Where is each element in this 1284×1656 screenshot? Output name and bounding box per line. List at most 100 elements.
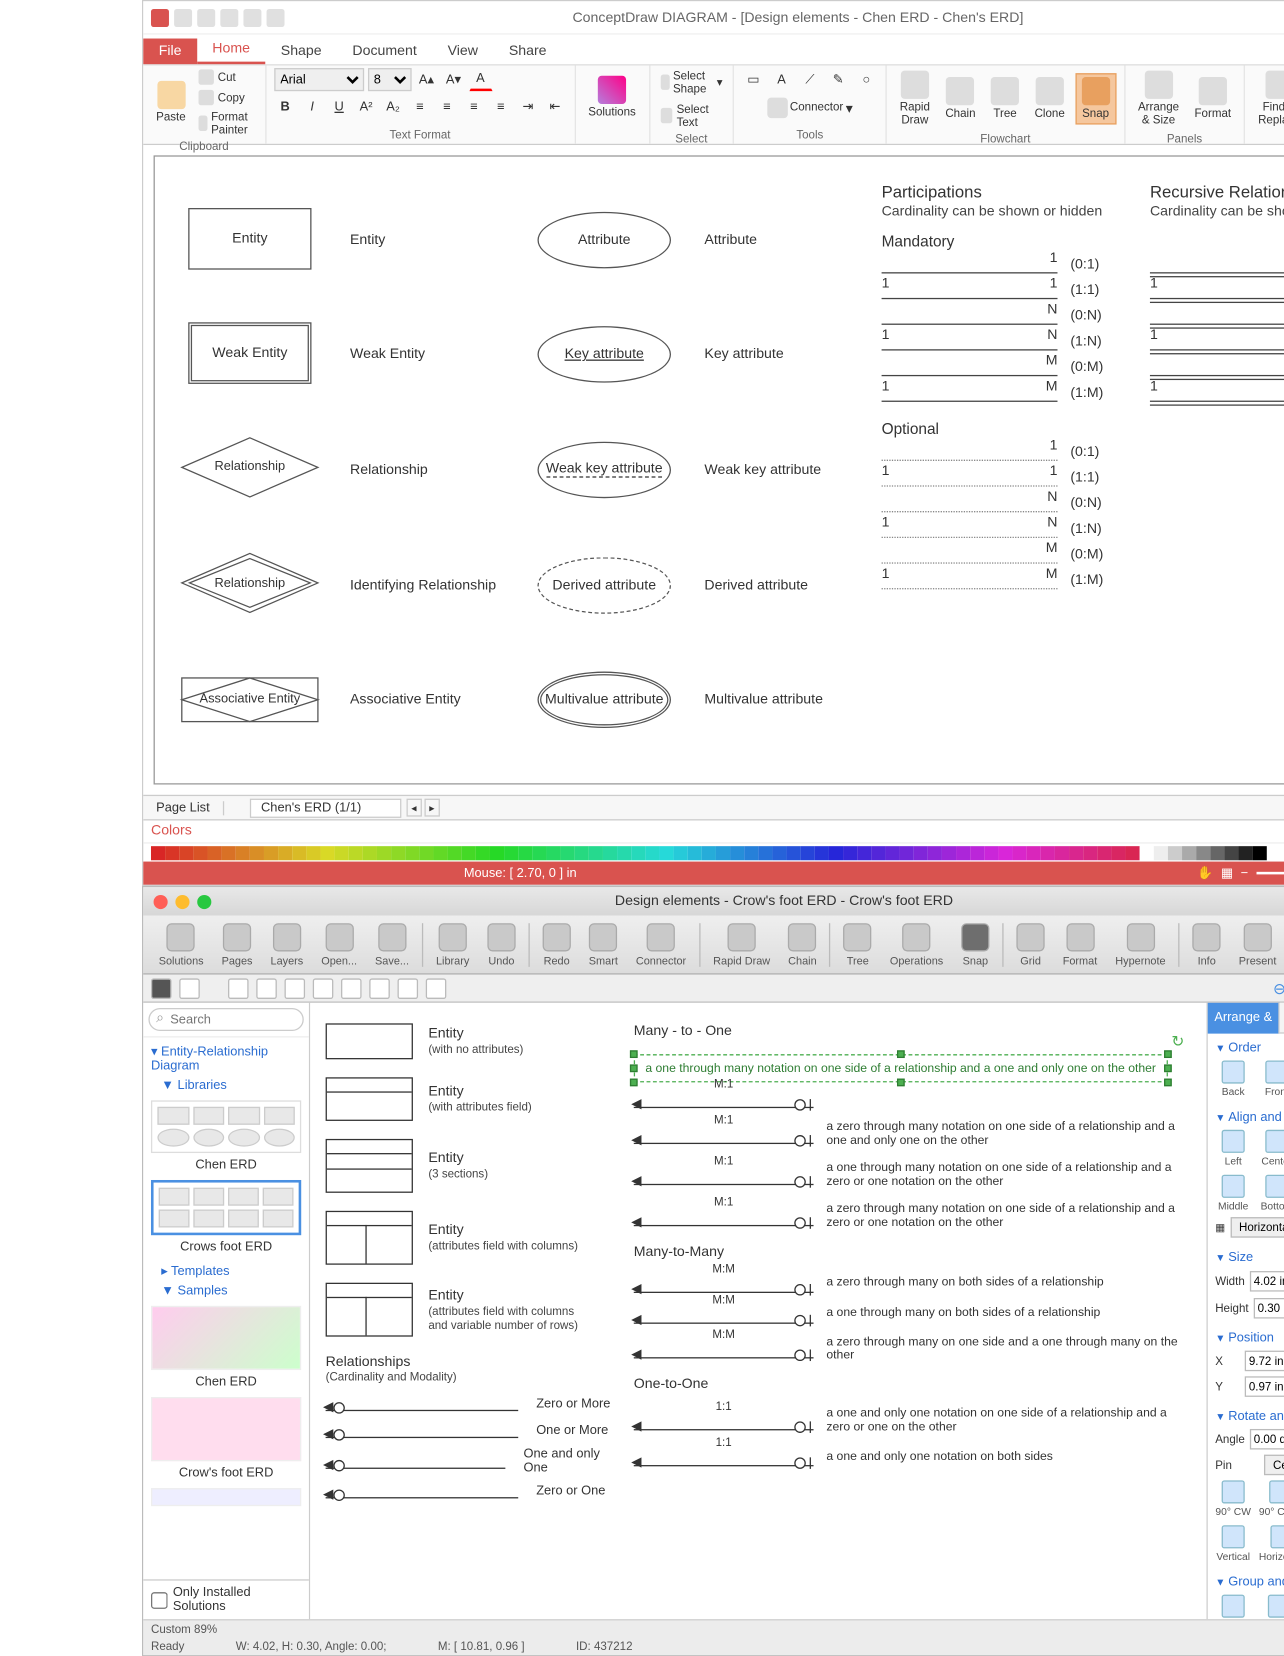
- search-input[interactable]: [148, 1008, 303, 1031]
- color-swatch[interactable]: [433, 846, 447, 860]
- tool-pen-icon[interactable]: ✎: [827, 68, 850, 91]
- color-swatch[interactable]: [222, 846, 236, 860]
- page-list-label[interactable]: Page List: [143, 801, 224, 815]
- canvas[interactable]: Entity Weak Entity Relationship Relation…: [154, 155, 1284, 784]
- color-swatch[interactable]: [674, 846, 688, 860]
- color-swatch[interactable]: [928, 846, 942, 860]
- color-swatch[interactable]: [843, 846, 857, 860]
- color-swatch[interactable]: [1126, 846, 1140, 860]
- toolbar-redo-button[interactable]: Redo: [535, 920, 579, 969]
- color-swatch[interactable]: [363, 846, 377, 860]
- tool-line-icon[interactable]: ⟋: [798, 68, 821, 91]
- entity-shape-row[interactable]: Entity(attributes field with columns and…: [326, 1283, 621, 1337]
- toolbar-info-button[interactable]: Info: [1185, 920, 1229, 969]
- shape-multivalue-attribute[interactable]: Multivalue attribute: [537, 672, 671, 728]
- color-swatch[interactable]: [448, 846, 462, 860]
- color-swatch[interactable]: [349, 846, 363, 860]
- color-swatch[interactable]: [377, 846, 391, 860]
- tree-erd[interactable]: ▾ Entity-Relationship Diagram: [151, 1043, 301, 1076]
- color-swatch[interactable]: [1154, 846, 1168, 860]
- flip-vertical-button[interactable]: Vertical: [1215, 1525, 1251, 1562]
- toolbar-hypernote-button[interactable]: Hypernote: [1108, 920, 1174, 969]
- color-swatch[interactable]: [603, 846, 617, 860]
- tab-home[interactable]: Home: [197, 36, 265, 64]
- inspector-tab-format[interactable]: Format: [1280, 1003, 1284, 1034]
- color-swatch[interactable]: [335, 846, 349, 860]
- front-button[interactable]: Front: [1259, 1061, 1284, 1098]
- sample-crow-thumb[interactable]: [151, 1397, 301, 1461]
- color-swatch[interactable]: [490, 846, 504, 860]
- rel-row[interactable]: 1:1 a one and only one notation on both …: [634, 1449, 1191, 1467]
- font-color-button[interactable]: A: [469, 68, 492, 91]
- cardinality-row[interactable]: M (0:M): [882, 358, 1127, 376]
- entity-shape-row[interactable]: Entity(3 sections): [326, 1139, 621, 1193]
- tab-document[interactable]: Document: [337, 39, 432, 65]
- tree-libraries[interactable]: ▼ Libraries: [151, 1076, 301, 1095]
- shape-weak-entity[interactable]: Weak Entity: [188, 322, 311, 384]
- color-swatch[interactable]: [1210, 846, 1224, 860]
- cardinality-row[interactable]: 11 (1:1): [1150, 281, 1284, 299]
- color-swatch[interactable]: [1182, 846, 1196, 860]
- color-swatch[interactable]: [250, 846, 264, 860]
- color-swatch[interactable]: [815, 846, 829, 860]
- shape-key-attribute[interactable]: Key attribute: [537, 327, 671, 383]
- color-swatch[interactable]: [1224, 846, 1238, 860]
- toolbar-save--button[interactable]: Save...: [367, 920, 416, 969]
- align-center-button[interactable]: ≡: [435, 95, 458, 118]
- rel-row[interactable]: M:1 a zero through many notation on one …: [634, 1203, 1191, 1231]
- copy-button[interactable]: Copy: [196, 89, 257, 107]
- color-swatch[interactable]: [702, 846, 716, 860]
- snap-button[interactable]: Snap: [1075, 73, 1116, 124]
- shape-identifying-relationship[interactable]: Relationship: [179, 551, 320, 615]
- tree-samples[interactable]: ▼ Samples: [151, 1281, 301, 1300]
- page-prev-button[interactable]: ◂: [406, 799, 421, 817]
- color-swatch[interactable]: [631, 846, 645, 860]
- color-swatch[interactable]: [659, 846, 673, 860]
- font-size-select[interactable]: 8: [367, 68, 411, 91]
- color-swatch[interactable]: [179, 846, 193, 860]
- color-swatch[interactable]: [1055, 846, 1069, 860]
- color-swatch[interactable]: [758, 846, 772, 860]
- line-tool-icon[interactable]: [285, 978, 306, 999]
- shape-derived-attribute[interactable]: Derived attribute: [537, 557, 671, 613]
- qat-print-icon[interactable]: [243, 8, 261, 26]
- color-swatch[interactable]: [801, 846, 815, 860]
- cardinality-row[interactable]: M (0:M): [882, 546, 1127, 564]
- toolbar-present-button[interactable]: Present: [1231, 920, 1284, 969]
- ellipse-tool-icon[interactable]: [398, 978, 419, 999]
- distribute-horizontal-select[interactable]: Horizontal: [1230, 1217, 1284, 1238]
- color-swatch[interactable]: [518, 846, 532, 860]
- shape-entity[interactable]: Entity: [188, 208, 311, 270]
- pen-tool-icon[interactable]: [341, 978, 362, 999]
- width-input[interactable]: [1250, 1271, 1284, 1292]
- color-swatch[interactable]: [970, 846, 984, 860]
- solutions-button[interactable]: Solutions: [583, 73, 641, 122]
- toolbar-open--button[interactable]: Open...: [314, 920, 365, 969]
- color-swatch[interactable]: [787, 846, 801, 860]
- toolbar-solutions-button[interactable]: Solutions: [151, 920, 211, 969]
- entity-shape-row[interactable]: Entity(attributes field with columns): [326, 1211, 621, 1265]
- tool-text-icon[interactable]: A: [770, 68, 793, 91]
- page-tab-current[interactable]: Chen's ERD (1/1): [249, 798, 401, 817]
- text-tool-icon[interactable]: [179, 978, 200, 999]
- chain-button[interactable]: Chain: [940, 74, 980, 123]
- grow-font-button[interactable]: A▴: [415, 68, 438, 91]
- title-bar[interactable]: ConceptDraw DIAGRAM - [Design elements -…: [143, 1, 1284, 34]
- color-swatch[interactable]: [405, 846, 419, 860]
- paste-button[interactable]: Paste: [151, 78, 191, 127]
- color-swatch[interactable]: [476, 846, 490, 860]
- lib-crows-thumb[interactable]: [151, 1180, 301, 1235]
- tab-view[interactable]: View: [432, 39, 493, 65]
- rel-row[interactable]: M:M a zero through many on one side and …: [634, 1336, 1191, 1364]
- color-swatch[interactable]: [306, 846, 320, 860]
- tree-button[interactable]: Tree: [986, 74, 1025, 123]
- color-swatch[interactable]: [320, 846, 334, 860]
- find-replace-button[interactable]: Find & Replace: [1253, 68, 1284, 129]
- color-swatch[interactable]: [730, 846, 744, 860]
- outdent-button[interactable]: ⇤: [543, 95, 566, 118]
- color-swatch[interactable]: [504, 846, 518, 860]
- cardinality-row[interactable]: 1 (0:1): [1150, 256, 1284, 274]
- rel-row[interactable]: 1:1 a one and only one notation on one s…: [634, 1408, 1191, 1436]
- cardinality-row[interactable]: 1M (1:M): [882, 384, 1127, 402]
- hand-tool-icon[interactable]: ✋: [1197, 866, 1213, 880]
